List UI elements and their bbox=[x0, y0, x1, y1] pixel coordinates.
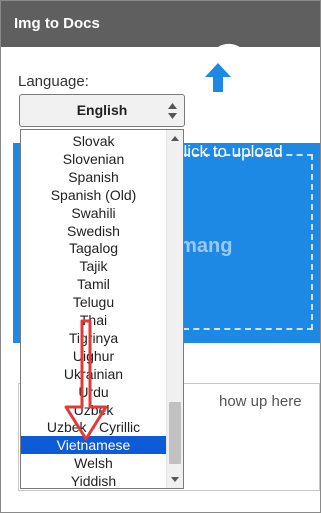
language-option[interactable]: Swedish bbox=[21, 222, 166, 240]
language-label: Language: bbox=[18, 73, 89, 90]
language-option[interactable]: Tigrinya bbox=[21, 329, 166, 347]
output-placeholder: how up here bbox=[219, 393, 302, 410]
language-option[interactable]: Urdu bbox=[21, 383, 166, 401]
language-option[interactable]: Tamil bbox=[21, 275, 166, 293]
language-option[interactable]: Swahili bbox=[21, 204, 166, 222]
language-option[interactable]: Welsh bbox=[21, 454, 166, 472]
language-option[interactable]: Slovak bbox=[21, 132, 166, 150]
language-option[interactable]: Tagalog bbox=[21, 239, 166, 257]
app-title: Img to Docs bbox=[1, 1, 320, 47]
language-select-value: English bbox=[76, 102, 128, 118]
language-select[interactable]: English bbox=[19, 94, 185, 127]
scroll-up-icon[interactable] bbox=[171, 136, 179, 141]
scroll-down-icon[interactable] bbox=[171, 477, 179, 482]
cloud-upload-icon bbox=[174, 43, 260, 92]
language-option[interactable]: Vietnamese bbox=[21, 436, 166, 455]
language-option[interactable]: Telugu bbox=[21, 293, 166, 311]
language-option[interactable]: Spanish bbox=[21, 168, 166, 186]
language-option[interactable]: Thai bbox=[21, 311, 166, 329]
upload-label: click to upload bbox=[175, 142, 283, 161]
language-option[interactable]: Spanish (Old) bbox=[21, 186, 166, 204]
scroll-thumb[interactable] bbox=[169, 402, 181, 464]
language-dropdown-list[interactable]: Slovak Slovenian Spanish Spanish (Old) Swahi… bbox=[20, 129, 184, 489]
language-option[interactable]: Uzbek bbox=[21, 401, 166, 419]
language-option[interactable]: Ukrainian bbox=[21, 365, 166, 383]
app-window: Img to Docs Language: English click to u… bbox=[0, 0, 321, 513]
language-option[interactable]: Uzbek - Cyrillic bbox=[21, 418, 166, 436]
language-option[interactable]: Slovenian bbox=[21, 150, 166, 168]
language-option[interactable]: Tajik bbox=[21, 257, 166, 275]
language-option[interactable]: Uighur bbox=[21, 347, 166, 365]
dropdown-scrollbar[interactable] bbox=[166, 130, 183, 488]
language-option[interactable]: Yiddish bbox=[21, 472, 166, 488]
select-arrows-icon bbox=[168, 103, 177, 119]
